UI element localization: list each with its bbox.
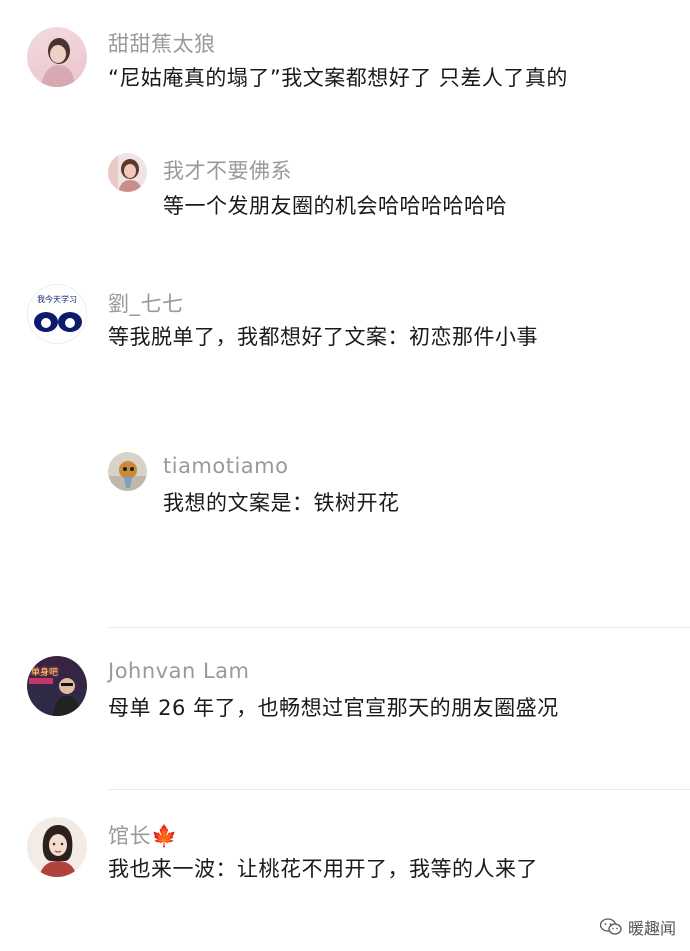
watermark: 暖趣闻 bbox=[599, 915, 676, 939]
avatar-photo bbox=[108, 461, 147, 491]
avatar-photo bbox=[108, 153, 142, 192]
comment-text: 母单 26 年了，也畅想过官宣那天的朋友圈盛况 bbox=[108, 696, 559, 720]
username[interactable]: 馆长🍁 bbox=[108, 820, 178, 850]
avatar[interactable] bbox=[108, 153, 147, 192]
wechat-icon bbox=[599, 918, 622, 935]
comment-text: 等我脱单了，我都想好了文案：初恋那件小事 bbox=[108, 325, 538, 349]
avatar-photo bbox=[29, 678, 81, 716]
watermark-text: 暖趣闻 bbox=[627, 919, 676, 938]
avatar-photo bbox=[39, 825, 77, 877]
username[interactable]: 劉_七七 bbox=[108, 288, 184, 318]
comment-text: 我也来一波：让桃花不用开了，我等的人来了 bbox=[108, 857, 538, 881]
reply-username[interactable]: tiamotiamo bbox=[163, 454, 288, 478]
divider bbox=[108, 627, 690, 628]
avatar[interactable] bbox=[108, 452, 147, 491]
avatar[interactable] bbox=[27, 817, 87, 877]
eyes-icon bbox=[34, 312, 82, 332]
reply-username[interactable]: 我才不要佛系 bbox=[163, 155, 292, 185]
comment-text: “尼姑庵真的塌了”我文案都想好了 只差人了真的 bbox=[108, 66, 568, 90]
reply-text: 等一个发朋友圈的机会哈哈哈哈哈哈 bbox=[163, 194, 507, 218]
avatar[interactable]: 单身吧 bbox=[27, 656, 87, 716]
avatar-photo bbox=[41, 38, 75, 87]
username[interactable]: Johnvan Lam bbox=[108, 659, 249, 683]
divider bbox=[108, 789, 690, 790]
username[interactable]: 甜甜蕉太狼 bbox=[108, 28, 216, 58]
avatar[interactable]: 我今天学习 bbox=[27, 284, 87, 344]
reply-text: 我想的文案是：铁树开花 bbox=[163, 491, 400, 515]
avatar[interactable] bbox=[27, 27, 87, 87]
